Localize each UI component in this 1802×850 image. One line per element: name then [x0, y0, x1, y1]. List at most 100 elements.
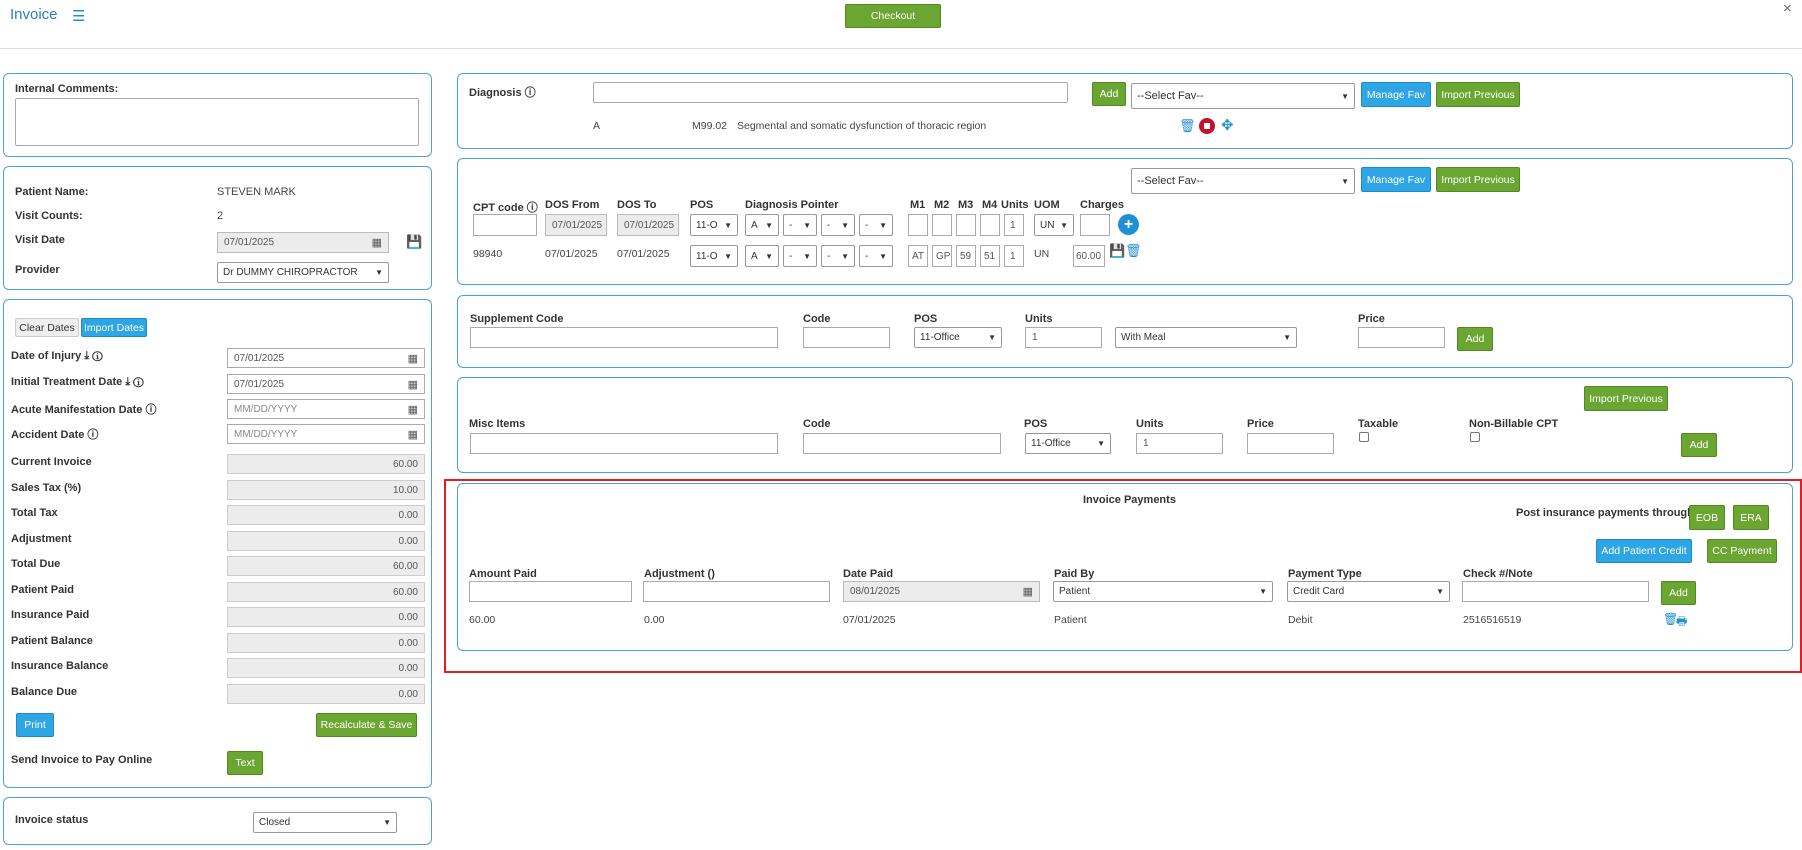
- supplement-panel: Supplement Code Code POS 11-Office ▼ Unit…: [457, 295, 1793, 368]
- supplement-pos-select[interactable]: 11-Office ▼: [914, 327, 1002, 348]
- cpt-fav-select[interactable]: --Select Fav-- ▼: [1131, 168, 1355, 194]
- patient-panel: Patient Name: STEVEN MARK Visit Counts: …: [3, 166, 432, 290]
- checkout-button[interactable]: Checkout: [845, 4, 941, 28]
- text-button[interactable]: Text: [227, 751, 263, 775]
- trash-icon[interactable]: 🗑: [1125, 243, 1142, 259]
- supplement-sub-code-input[interactable]: [803, 327, 890, 348]
- diagnosis-input[interactable]: [593, 82, 1068, 103]
- cpt-row-pointer-3[interactable]: - ▼: [821, 245, 855, 267]
- pointer-3-select[interactable]: - ▼: [821, 214, 855, 236]
- taxable-checkbox[interactable]: [1359, 432, 1369, 442]
- cc-payment-button[interactable]: CC Payment: [1707, 539, 1777, 563]
- cpt-import-previous-button[interactable]: Import Previous: [1436, 167, 1520, 192]
- charges-input[interactable]: [1080, 214, 1110, 236]
- era-button[interactable]: ERA: [1733, 505, 1769, 530]
- provider-select[interactable]: Dr DUMMY CHIROPRACTOR ▼: [217, 262, 389, 283]
- cpt-row-m3[interactable]: 59: [956, 245, 976, 267]
- diagnosis-import-previous-button[interactable]: Import Previous: [1436, 82, 1520, 107]
- pointer-1-select[interactable]: A ▼: [745, 214, 779, 236]
- add-patient-credit-button[interactable]: Add Patient Credit: [1596, 539, 1692, 563]
- supplement-units-input[interactable]: 1: [1025, 327, 1102, 348]
- misc-items-input[interactable]: [470, 433, 778, 454]
- misc-panel: Import Previous Misc Items Code POS 11-O…: [457, 377, 1793, 473]
- total-value: 0.00: [227, 531, 425, 551]
- injury-date-input[interactable]: 07/01/2025 ▦: [227, 348, 425, 368]
- misc-add-button[interactable]: Add: [1681, 433, 1717, 457]
- cpt-row-charges[interactable]: 60.00: [1073, 245, 1105, 267]
- import-icon[interactable]: ⤓: [125, 376, 130, 388]
- dos-from-header: DOS From: [545, 199, 600, 211]
- misc-units-input[interactable]: 1: [1136, 433, 1223, 454]
- payment-row-check: 2516516519: [1463, 614, 1522, 626]
- payment-type-select[interactable]: Credit Card ▼: [1287, 581, 1450, 602]
- cpt-row-pointer-2[interactable]: - ▼: [783, 245, 817, 267]
- supplement-add-button[interactable]: Add: [1457, 327, 1493, 351]
- diagnosis-manage-fav-button[interactable]: Manage Fav: [1361, 82, 1431, 107]
- units-input[interactable]: 1: [1004, 214, 1024, 236]
- invoice-status-select[interactable]: Closed ▼: [253, 812, 397, 833]
- payment-add-button[interactable]: Add: [1661, 581, 1696, 605]
- units-header: Units: [1001, 199, 1029, 211]
- trash-icon[interactable]: 🗑: [1179, 118, 1196, 134]
- m2-input[interactable]: [932, 214, 952, 236]
- cpt-row-units[interactable]: 1: [1004, 245, 1024, 267]
- misc-code-input[interactable]: [803, 433, 1001, 454]
- import-dates-button[interactable]: Import Dates: [81, 318, 147, 337]
- m3-input[interactable]: [956, 214, 976, 236]
- cpt-row-pos-select[interactable]: 11-O ▼: [690, 245, 738, 267]
- visit-date-input[interactable]: 07/01/2025 ▦: [217, 232, 389, 253]
- pointer-2-select[interactable]: - ▼: [783, 214, 817, 236]
- m4-input[interactable]: [980, 214, 1000, 236]
- misc-price-input[interactable]: [1247, 433, 1334, 454]
- recalculate-save-button[interactable]: Recalculate & Save: [316, 713, 417, 737]
- cpt-manage-fav-button[interactable]: Manage Fav: [1361, 167, 1431, 192]
- meal-select[interactable]: With Meal ▼: [1115, 327, 1297, 348]
- amount-paid-input[interactable]: [469, 581, 632, 602]
- eob-button[interactable]: EOB: [1689, 505, 1725, 530]
- date-paid-input[interactable]: 08/01/2025 ▦: [843, 581, 1040, 602]
- cpt-row-pointer-4[interactable]: - ▼: [859, 245, 893, 267]
- chevron-down-icon: ▼: [879, 220, 887, 230]
- supplement-price-input[interactable]: [1358, 327, 1445, 348]
- diagnosis-panel: Diagnosis ⓘ Add --Select Fav-- ▼ Manage F…: [457, 73, 1793, 149]
- pointer-4-select[interactable]: - ▼: [859, 214, 893, 236]
- misc-import-previous-button[interactable]: Import Previous: [1584, 386, 1668, 411]
- supplement-units-label: Units: [1025, 313, 1053, 325]
- printer-icon[interactable]: 🖶: [1676, 612, 1687, 633]
- misc-pos-select[interactable]: 11-Office ▼: [1025, 433, 1111, 454]
- import-icon[interactable]: ⤓: [84, 350, 89, 362]
- check-note-input[interactable]: [1462, 581, 1649, 602]
- move-icon[interactable]: ✥: [1221, 116, 1234, 134]
- cpt-row-m4[interactable]: 51: [980, 245, 1000, 267]
- comments-textarea[interactable]: [15, 98, 419, 146]
- diagnosis-add-button[interactable]: Add: [1092, 82, 1126, 106]
- save-icon[interactable]: 💾: [1109, 243, 1125, 259]
- add-row-icon[interactable]: +: [1118, 214, 1139, 235]
- non-billable-checkbox[interactable]: [1470, 432, 1480, 442]
- adjustment-input[interactable]: [643, 581, 830, 602]
- visit-counts-label: Visit Counts:: [15, 210, 83, 222]
- total-value: 60.00: [227, 556, 425, 576]
- dos-from-input[interactable]: 07/01/2025: [545, 214, 607, 236]
- amount-paid-header: Amount Paid: [469, 568, 537, 580]
- save-icon[interactable]: 💾: [406, 234, 422, 250]
- supplement-code-input[interactable]: [470, 327, 778, 348]
- pos-select[interactable]: 11-O ▼: [690, 214, 738, 236]
- accident-date-input[interactable]: MM/DD/YYYY ▦: [227, 424, 425, 444]
- uom-select[interactable]: UN ▼: [1034, 214, 1074, 236]
- list-icon[interactable]: ☰: [72, 7, 85, 25]
- diagnosis-fav-select[interactable]: --Select Fav-- ▼: [1131, 83, 1355, 109]
- cpt-row-m1[interactable]: AT: [908, 245, 928, 267]
- clear-dates-button[interactable]: Clear Dates: [15, 318, 79, 337]
- dos-to-input[interactable]: 07/01/2025: [617, 214, 679, 236]
- stop-icon[interactable]: [1199, 118, 1215, 134]
- cpt-code-input[interactable]: [473, 214, 537, 236]
- acute-date-input[interactable]: MM/DD/YYYY ▦: [227, 399, 425, 419]
- cpt-row-pointer-1[interactable]: A ▼: [745, 245, 779, 267]
- m1-input[interactable]: [908, 214, 928, 236]
- print-button[interactable]: Print: [16, 713, 54, 737]
- initial-date-input[interactable]: 07/01/2025 ▦: [227, 374, 425, 394]
- paid-by-select[interactable]: Patient ▼: [1053, 581, 1273, 602]
- close-icon[interactable]: ×: [1783, 0, 1792, 17]
- cpt-row-m2[interactable]: GP: [932, 245, 952, 267]
